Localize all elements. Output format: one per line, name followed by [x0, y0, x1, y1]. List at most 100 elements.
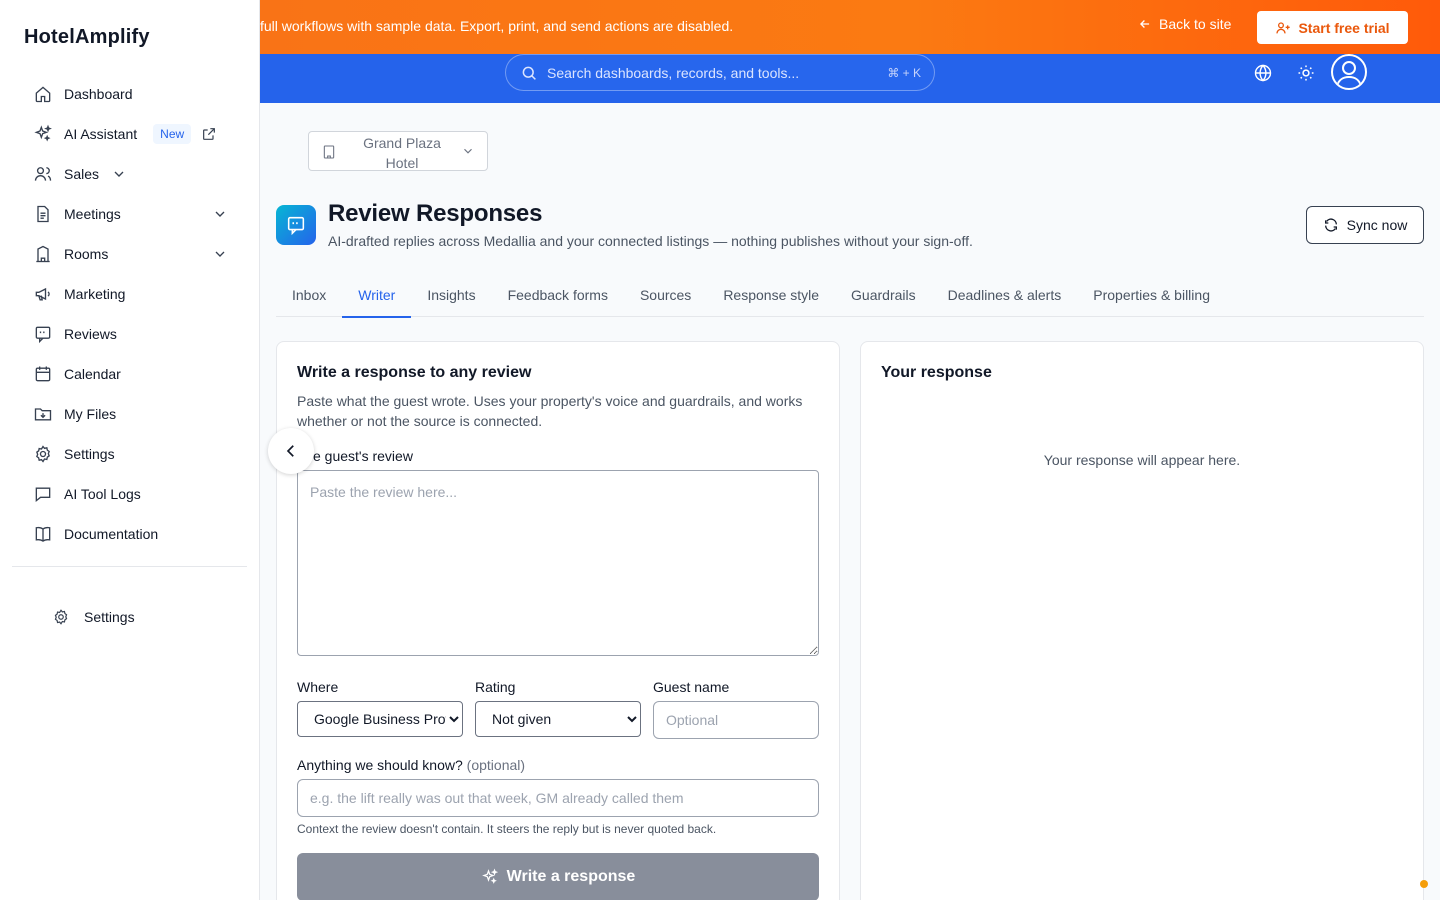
- response-card: Your response Your response will appear …: [860, 341, 1424, 900]
- collapse-sidebar-button[interactable]: [268, 428, 314, 474]
- brand-logo[interactable]: HotelAmplify: [24, 26, 150, 49]
- guest-name-input[interactable]: [653, 701, 819, 739]
- gear-icon: [36, 445, 50, 463]
- context-label-text: Anything we should know?: [297, 757, 463, 773]
- search-shortcut: ⌘ + K: [887, 66, 921, 80]
- folder-icon: [34, 408, 52, 421]
- book-icon: [35, 526, 51, 542]
- sidebar-item-settings[interactable]: Settings: [24, 434, 236, 474]
- sidebar-item-label: Settings: [64, 446, 115, 462]
- context-input[interactable]: [297, 779, 819, 817]
- sidebar-item-label: My Files: [64, 406, 117, 422]
- page-title: Review Responses: [328, 200, 543, 227]
- sidebar-bottom-settings[interactable]: Settings: [52, 604, 135, 630]
- refresh-icon: [1324, 218, 1337, 232]
- sidebar-item-label: Marketing: [64, 286, 126, 302]
- sidebar-item-dashboard[interactable]: Dashboard: [24, 74, 236, 114]
- rating-label: Rating: [475, 679, 516, 695]
- writer-title: Write a response to any review: [297, 364, 532, 381]
- response-empty-state: Your response will appear here.: [1043, 452, 1241, 468]
- writer-card: Write a response to any review Paste wha…: [276, 341, 840, 900]
- sidebar-item-rooms[interactable]: Rooms: [24, 234, 236, 274]
- document-icon: [37, 205, 49, 223]
- review-textarea[interactable]: [297, 470, 819, 656]
- tab-insights[interactable]: Insights: [411, 274, 491, 317]
- sidebar-item-meetings[interactable]: Meetings: [24, 194, 236, 234]
- context-optional-hint: (optional): [466, 757, 526, 773]
- review-responses-icon: [276, 205, 316, 245]
- sidebar-divider: [12, 566, 247, 567]
- demo-banner: full workflows with sample data. Export,…: [260, 0, 1440, 54]
- user-avatar[interactable]: [1331, 54, 1367, 90]
- gear-icon: [54, 609, 68, 625]
- building-icon: [323, 145, 335, 159]
- sidebar-item-label: AI Tool Logs: [64, 486, 141, 502]
- tab-response-style[interactable]: Response style: [707, 274, 835, 317]
- sidebar-item-label: Documentation: [64, 526, 159, 542]
- page-subtitle: AI-drafted replies across Medallia and y…: [328, 233, 973, 249]
- sidebar-item-ai-tool-logs[interactable]: AI Tool Logs: [24, 474, 236, 514]
- where-select[interactable]: Google Business Profile: [297, 701, 463, 737]
- chevron-down-icon[interactable]: [212, 206, 228, 222]
- review-icon: [35, 326, 51, 344]
- guest-name-label: Guest name: [653, 679, 730, 695]
- arrow-left-icon: [1140, 20, 1150, 28]
- chevron-down-icon: [464, 148, 472, 154]
- write-response-label: Write a response: [506, 868, 636, 885]
- chat-icon: [35, 487, 51, 503]
- sync-now-label: Sync now: [1346, 217, 1408, 233]
- tab-feedback-forms[interactable]: Feedback forms: [492, 274, 624, 317]
- tab-bar: Inbox Writer Insights Feedback forms Sou…: [276, 274, 1424, 318]
- review-icon: [287, 216, 305, 236]
- sparkles-icon: [481, 868, 498, 884]
- tab-sources[interactable]: Sources: [624, 274, 707, 317]
- tab-writer[interactable]: Writer: [342, 274, 412, 318]
- sidebar-item-label: AI Assistant: [64, 126, 138, 142]
- search-placeholder: Search dashboards, records, and tools...: [547, 64, 800, 81]
- new-badge: New: [153, 124, 192, 144]
- global-search-input[interactable]: Search dashboards, records, and tools...…: [505, 54, 935, 91]
- tab-deadlines-alerts[interactable]: Deadlines & alerts: [932, 274, 1078, 317]
- globe-icon[interactable]: [1253, 63, 1273, 83]
- context-help-text: Context the review doesn't contain. It s…: [297, 822, 717, 836]
- back-to-site-label: Back to site: [1159, 16, 1232, 32]
- property-selector[interactable]: Grand Plaza Hotel: [308, 131, 488, 171]
- sidebar-item-label: Rooms: [64, 246, 109, 262]
- tab-guardrails[interactable]: Guardrails: [835, 274, 932, 317]
- sidebar-item-ai-assistant[interactable]: AI Assistant New: [24, 114, 236, 154]
- sync-now-button[interactable]: Sync now: [1306, 206, 1424, 244]
- external-link-icon[interactable]: [201, 126, 217, 142]
- back-to-site-link[interactable]: Back to site: [1138, 16, 1231, 32]
- sidebar-item-documentation[interactable]: Documentation: [24, 514, 236, 554]
- sidebar-item-label: Meetings: [64, 206, 121, 222]
- chevron-down-icon[interactable]: [212, 246, 228, 262]
- user-icon: [1336, 61, 1362, 87]
- sidebar-item-reviews[interactable]: Reviews: [24, 314, 236, 354]
- home-icon: [35, 86, 51, 103]
- users-icon: [34, 167, 52, 181]
- tab-properties-billing[interactable]: Properties & billing: [1077, 274, 1226, 317]
- write-response-button[interactable]: Write a response: [297, 853, 819, 900]
- top-bar: Search dashboards, records, and tools...…: [260, 54, 1440, 103]
- sidebar-item-my-files[interactable]: My Files: [24, 394, 236, 434]
- sun-icon[interactable]: [1296, 63, 1316, 83]
- tab-inbox[interactable]: Inbox: [276, 274, 342, 317]
- megaphone-icon: [35, 287, 50, 301]
- rating-select[interactable]: Not given: [475, 701, 641, 737]
- sparkles-icon: [34, 124, 52, 142]
- demo-banner-text: full workflows with sample data. Export,…: [260, 18, 734, 34]
- sidebar: HotelAmplify Dashboard AI Assistant New …: [0, 0, 260, 900]
- building-icon: [36, 245, 50, 263]
- start-free-trial-label: Start free trial: [1298, 19, 1390, 36]
- chevron-down-icon[interactable]: [111, 166, 127, 182]
- start-free-trial-button[interactable]: Start free trial: [1257, 11, 1408, 44]
- status-dot: [1420, 880, 1428, 888]
- writer-description: Paste what the guest wrote. Uses your pr…: [297, 393, 803, 429]
- sidebar-item-sales[interactable]: Sales: [24, 154, 236, 194]
- sidebar-item-calendar[interactable]: Calendar: [24, 354, 236, 394]
- property-selector-value: Grand Plaza Hotel: [363, 135, 441, 171]
- search-icon: [522, 66, 536, 80]
- where-label: Where: [297, 679, 339, 695]
- sidebar-item-marketing[interactable]: Marketing: [24, 274, 236, 314]
- context-label: Anything we should know? (optional): [297, 757, 525, 773]
